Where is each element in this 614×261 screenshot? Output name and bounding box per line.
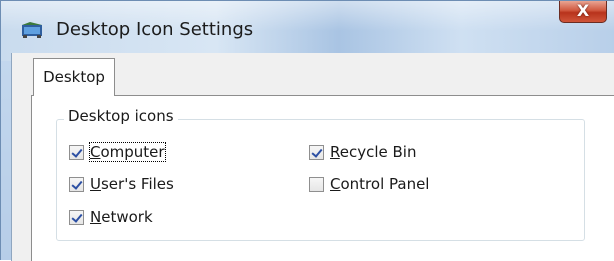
checkbox-network-box[interactable] — [69, 209, 84, 225]
checkbox-control-panel-box[interactable] — [309, 176, 324, 192]
checkbox-users-files-box[interactable] — [69, 176, 84, 192]
checkbox-computer-box[interactable] — [69, 144, 84, 160]
checkbox-control-panel-label[interactable]: Control Panel — [330, 175, 429, 193]
checkbox-computer[interactable]: Computer — [69, 142, 166, 162]
tab-desktop[interactable]: Desktop — [33, 58, 115, 96]
title-bar[interactable]: Desktop Icon Settings — [1, 1, 614, 61]
checkbox-network[interactable]: Network — [69, 207, 153, 227]
window-title: Desktop Icon Settings — [56, 19, 254, 40]
dialog-window: Desktop Icon Settings X Desktop Desktop … — [0, 0, 614, 261]
checkbox-recycle-bin[interactable]: Recycle Bin — [309, 142, 416, 162]
checkbox-control-panel[interactable]: Control Panel — [309, 174, 429, 194]
checkbox-network-label[interactable]: Network — [90, 208, 153, 226]
close-icon: X — [576, 1, 590, 20]
checkbox-users-files[interactable]: User's Files — [69, 174, 174, 194]
close-button[interactable]: X — [559, 1, 607, 23]
checkbox-users-files-label[interactable]: User's Files — [90, 175, 174, 193]
checkbox-computer-label[interactable]: Computer — [89, 142, 166, 162]
desktop-icons-group-label: Desktop icons — [64, 107, 178, 125]
tab-desktop-label: Desktop — [43, 68, 105, 86]
checkbox-recycle-bin-label[interactable]: Recycle Bin — [330, 143, 416, 161]
checkbox-recycle-bin-box[interactable] — [309, 144, 324, 160]
desktop-settings-icon — [22, 22, 42, 38]
